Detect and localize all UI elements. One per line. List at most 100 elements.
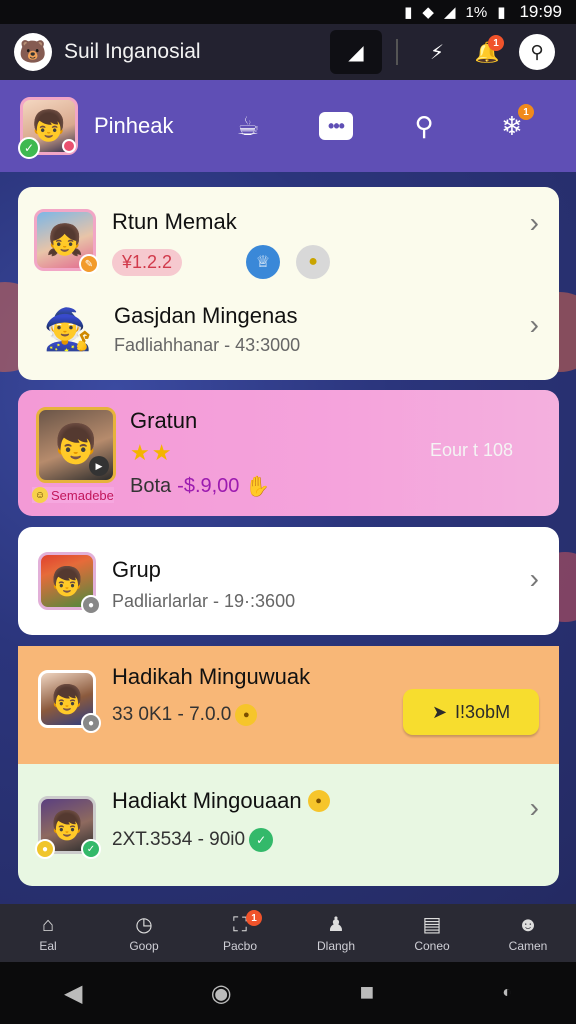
elf-character-icon: 🧙 — [43, 307, 93, 352]
online-dot-icon: ✓ — [81, 839, 101, 859]
item-avatar: 👦 ● — [38, 552, 101, 615]
search-icon: ⚲ — [414, 110, 434, 141]
list-item[interactable]: 👦 ● Grup Padliarlarlar - 19·:3600 › — [18, 527, 559, 635]
item-title: Gasjdan Mingenas — [114, 302, 298, 328]
bowl-icon: ☕ — [236, 110, 260, 141]
status-dot — [62, 139, 76, 153]
chevron-right-icon[interactable]: › — [530, 209, 539, 237]
bottom-nav: ⌂ Eal ◷ Goop ⛶ Pacbo 1 ♟ Dlangh ▤ Coneo … — [0, 904, 576, 962]
battery-icon: ▮ — [497, 3, 506, 21]
mortar-button[interactable]: ☕ — [226, 104, 270, 148]
list-card: 👧 ✎ Rtun Memak ¥1.2.2 ♕ ● › 🧙 Gasjdan Mi… — [18, 187, 559, 380]
search-button[interactable]: ⚲ — [402, 104, 446, 148]
nav-label: Camen — [508, 939, 548, 953]
item-title: Hadiakt Mingouaan — [112, 788, 302, 813]
item-subtitle-line: 33 0K1 - 7.0.0 ● — [112, 704, 310, 726]
profile-name: Pinheak — [94, 113, 174, 138]
price-value: -$.9,00 — [177, 475, 240, 497]
coin-badge-icon: ● — [35, 839, 55, 859]
list-item[interactable]: 👦 ● ✓ Hadiakt Mingouaan ● 2XT.3534 - 90i… — [18, 764, 559, 886]
users-icon: ♟ — [327, 914, 345, 936]
more-button[interactable]: ••• — [314, 104, 358, 148]
crown-icon[interactable]: ♕ — [246, 245, 281, 279]
chevron-right-icon[interactable]: › — [530, 794, 539, 822]
chat-button[interactable]: ❄ 1 — [490, 104, 534, 148]
nav-item-inbox[interactable]: ▤ Coneo — [384, 904, 480, 962]
home-circle-icon[interactable]: ◉ — [211, 979, 232, 1008]
settings-dot-icon: ● — [81, 713, 101, 733]
price-prefix: Bota — [130, 475, 172, 497]
nav-item-home[interactable]: ⌂ Eal — [0, 904, 96, 962]
item-title: Gratun — [130, 408, 198, 433]
item-avatar: 👦 ● ✓ — [35, 796, 101, 859]
coin-icon: ● — [307, 790, 330, 812]
flash-button[interactable]: ⚡ — [412, 31, 462, 73]
list-item[interactable]: 🧙 Gasjdan Mingenas Fadliahhanar - 43:300… — [40, 302, 300, 356]
list-item[interactable]: 👦 ● Hadikah Minguwuak 33 0K1 - 7.0.0 ● ➤… — [18, 646, 559, 764]
list-item[interactable]: 👧 ✎ Rtun Memak ¥1.2.2 ♕ ● — [34, 209, 331, 279]
item-title-line: Hadiakt Mingouaan ● — [112, 788, 330, 814]
price-pill: ¥1.2.2 — [112, 248, 183, 276]
notifications-button[interactable]: 🔔 1 — [462, 31, 512, 73]
coin-icon: ● — [235, 704, 258, 726]
item-subtitle-line: 2XT.3534 - 90i0 ✓ — [112, 828, 330, 852]
item-title: Hadikah Minguwuak — [112, 664, 311, 689]
home-icon: ⌂ — [41, 914, 55, 936]
nav-item-clock[interactable]: ◷ Goop — [96, 904, 192, 962]
nav-item-profile[interactable]: ☻ Camen — [480, 904, 576, 962]
nav-label: Eal — [39, 939, 57, 953]
chevron-right-icon[interactable]: › — [530, 311, 539, 339]
coin-icon[interactable]: ● — [296, 245, 331, 279]
app-title: Suil Inganosial — [64, 40, 201, 63]
nav-label: Goop — [129, 939, 159, 953]
nav-label: Coneo — [414, 939, 450, 953]
flash-icon: ⚡ — [429, 41, 445, 64]
item-title: Grup — [112, 557, 161, 582]
signal-icon: ◢ — [443, 3, 456, 21]
action-button-label: I!3obM — [455, 701, 511, 722]
featured-card[interactable]: 👦 ▶ ☺ Semadebe Gratun ★★ Bota -$.9,00 ✋ … — [18, 390, 559, 516]
notification-badge: 1 — [488, 35, 504, 51]
wifi-icon: ◆ — [422, 3, 434, 21]
back-icon[interactable]: ◀ — [64, 979, 82, 1008]
item-avatar: 👧 ✎ — [34, 209, 99, 274]
clock-icon: ◷ — [135, 914, 153, 936]
recents-icon[interactable]: ■ — [360, 979, 375, 1007]
verified-check-icon: ✓ — [18, 137, 40, 159]
settings-dot-icon: ● — [81, 595, 101, 615]
nav-item-cart[interactable]: ⛶ Pacbo 1 — [192, 904, 288, 962]
edit-icon: ✎ — [79, 254, 99, 274]
clock: 19:99 — [519, 2, 562, 21]
promo-text: Eour t 108 — [430, 440, 514, 460]
system-nav: ◀ ◉ ■ ◐ — [0, 962, 576, 1024]
nav-item-users[interactable]: ♟ Dlangh — [288, 904, 384, 962]
tag-label: ☺ Semadebe — [32, 487, 114, 503]
chat-badge: 1 — [518, 104, 534, 120]
smile-icon: ☺ — [32, 487, 48, 503]
action-button[interactable]: ➤ I!3obM — [403, 689, 539, 735]
item-subtitle: 2XT.3534 - 90i0 — [112, 829, 246, 850]
profile-avatar[interactable]: 👦 ✓ — [18, 97, 78, 159]
play-icon: ▶ — [89, 456, 109, 476]
bookmark-button[interactable]: ◢ — [330, 30, 382, 74]
vibrate-icon: ▮ — [404, 3, 413, 21]
profile-header: 👦 ✓ Pinheak ☕ ••• ⚲ ❄ 1 — [0, 80, 576, 172]
header-icons: ☕ ••• ⚲ ❄ 1 — [204, 104, 556, 148]
item-subtitle: Fadliahhanar - 43:3000 — [114, 334, 301, 355]
nav-badge: 1 — [246, 910, 262, 926]
divider — [396, 39, 398, 65]
search-location-button[interactable]: ⚲ — [512, 31, 562, 73]
item-avatar: 👦 ▶ — [36, 407, 116, 483]
profile-icon: ☻ — [517, 914, 539, 936]
item-title: Rtun Memak — [112, 209, 237, 234]
check-icon: ✓ — [249, 828, 274, 852]
arrow-right-icon: ➤ — [431, 701, 448, 722]
app-actions: ◢ ⚡ 🔔 1 ⚲ — [330, 30, 562, 74]
cart-icon: ⛶ — [233, 914, 247, 936]
location-pin-icon: ⚲ — [519, 34, 555, 70]
chevron-right-icon[interactable]: › — [530, 565, 539, 593]
price-line: Bota -$.9,00 ✋ — [130, 474, 270, 499]
assistant-icon[interactable]: ◐ — [502, 984, 512, 1002]
inbox-icon: ▤ — [422, 914, 442, 936]
wave-hand-icon: ✋ — [245, 476, 271, 498]
